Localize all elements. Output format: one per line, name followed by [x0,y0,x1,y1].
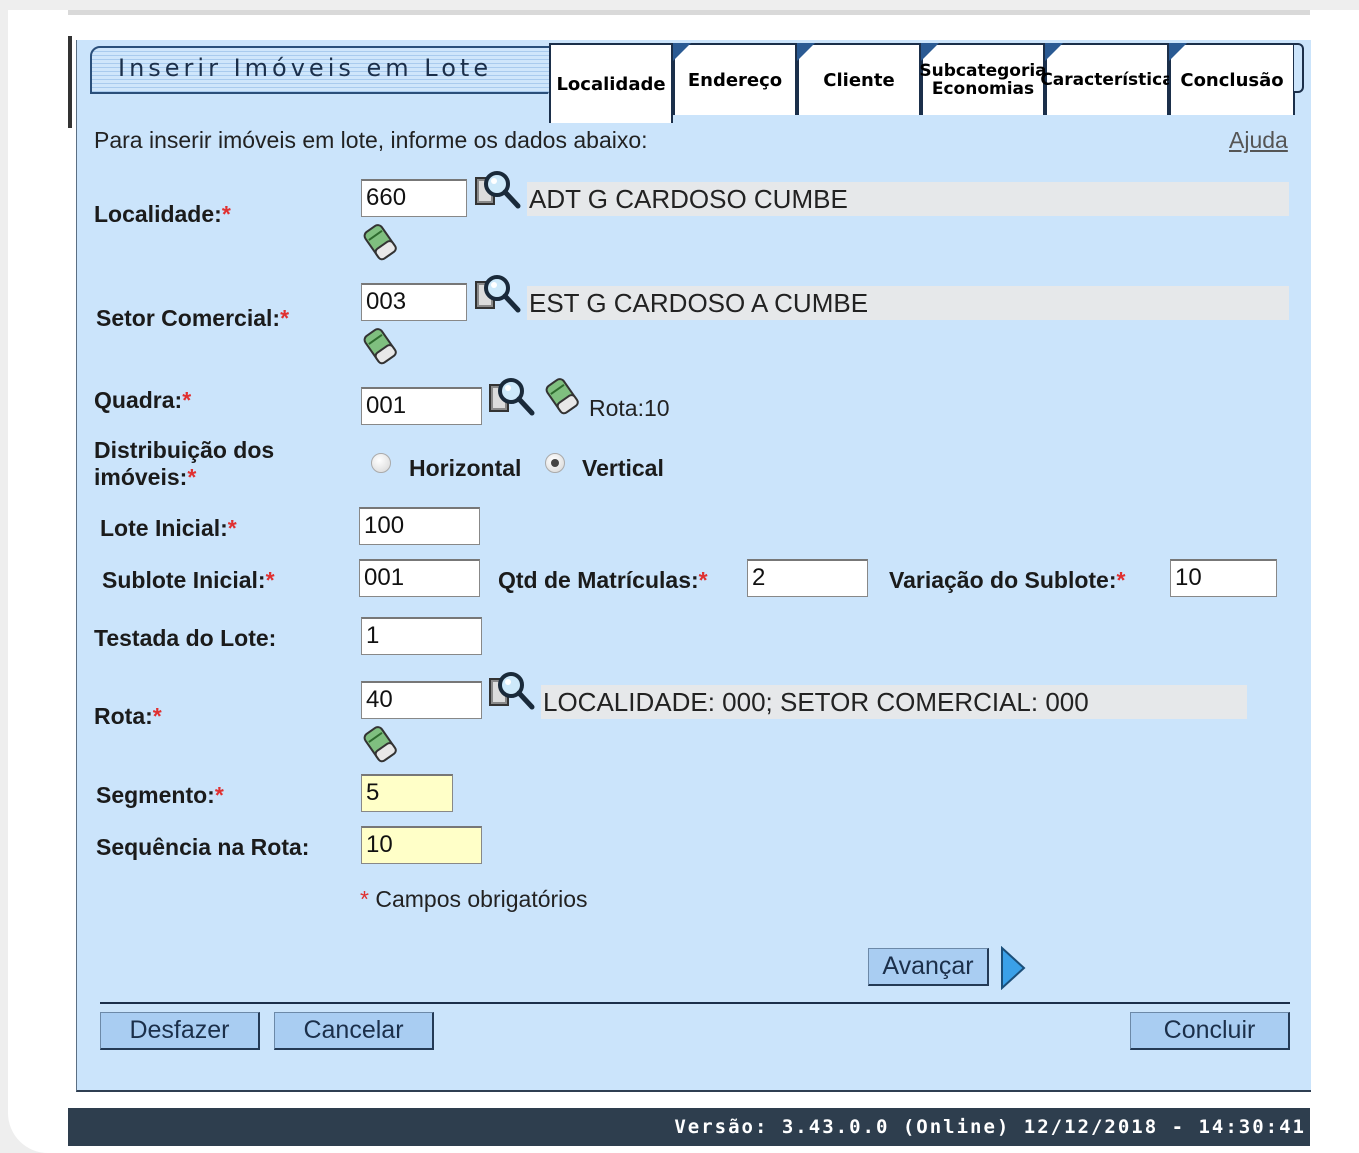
setor-comercial-input[interactable]: 003 [361,283,467,321]
intro-text: Para inserir imóveis em lote, informe os… [94,127,648,153]
tab-localidade[interactable]: Localidade [549,43,673,123]
rota-label: Rota:* [94,703,162,729]
tab-endereco[interactable]: Endereço [673,43,797,115]
top-divider [68,10,1310,15]
lote-inicial-label: Lote Inicial:* [100,515,237,541]
segmento-input[interactable]: 5 [361,774,453,812]
next-arrow-icon[interactable] [1000,946,1026,990]
tab-subcategoria-economias[interactable]: Subcategoria Economias [919,43,1047,115]
cancelar-button[interactable]: Cancelar [274,1012,434,1050]
window-title-bar: Inserir Imóveis em Lote [90,46,572,94]
qtd-matriculas-input[interactable]: 2 [747,559,868,597]
distribuicao-horizontal-label: Horizontal [409,455,522,481]
localidade-input[interactable]: 660 [361,179,467,217]
distribuicao-label: Distribuição dos imóveis:* [94,437,275,490]
setor-comercial-description: EST G CARDOSO A CUMBE [527,286,1289,320]
version-text: Versão: 3.43.0.0 (Online) 12/12/2018 - 1… [674,1116,1306,1138]
localidade-eraser-icon[interactable] [362,222,398,262]
concluir-button[interactable]: Concluir [1130,1012,1290,1050]
sequencia-rota-label: Sequência na Rota: [96,834,310,860]
rota-eraser-icon[interactable] [362,724,398,764]
rota-search-icon[interactable] [487,669,537,713]
actions-divider [100,1002,1290,1004]
localidade-label: Localidade:* [94,201,231,227]
variacao-sublote-label: Variação do Sublote:* [889,567,1126,593]
segmento-label: Segmento:* [96,782,224,808]
testada-lote-input[interactable]: 1 [361,617,482,655]
rota-input[interactable]: 40 [361,681,482,719]
quadra-input[interactable]: 001 [361,387,482,425]
tab-cliente[interactable]: Cliente [797,43,921,115]
setor-comercial-eraser-icon[interactable] [362,326,398,366]
required-fields-note: * Campos obrigatórios [360,886,588,912]
quadra-eraser-icon[interactable] [544,376,580,416]
window-title: Inserir Imóveis em Lote [118,54,493,82]
sequencia-rota-input[interactable]: 10 [361,826,482,864]
desfazer-button[interactable]: Desfazer [100,1012,260,1050]
tab-caracteristica[interactable]: Característica [1040,43,1174,115]
testada-lote-label: Testada do Lote: [94,625,277,651]
setor-comercial-label: Setor Comercial:* [96,305,290,331]
setor-comercial-search-icon[interactable] [473,272,523,316]
rota-description: LOCALIDADE: 000; SETOR COMERCIAL: 000 [541,685,1247,719]
sublote-inicial-input[interactable]: 001 [359,559,480,597]
distribuicao-vertical-radio[interactable] [545,453,565,473]
quadra-rota-info: Rota:10 [589,395,670,421]
avancar-button[interactable]: Avançar [868,948,989,986]
quadra-label: Quadra:* [94,387,192,413]
localidade-search-icon[interactable] [473,168,523,212]
footer-bar: Versão: 3.43.0.0 (Online) 12/12/2018 - 1… [68,1108,1310,1146]
left-accent-bar [68,36,72,128]
qtd-matriculas-label: Qtd de Matrículas:* [498,567,708,593]
quadra-search-icon[interactable] [487,375,537,419]
distribuicao-horizontal-radio[interactable] [371,453,391,473]
lote-inicial-input[interactable]: 100 [359,507,480,545]
localidade-description: ADT G CARDOSO CUMBE [527,182,1289,216]
variacao-sublote-input[interactable]: 10 [1170,559,1277,597]
sublote-inicial-label: Sublote Inicial:* [102,567,275,593]
tab-conclusao[interactable]: Conclusão [1169,43,1295,115]
distribuicao-vertical-label: Vertical [582,455,664,481]
help-link[interactable]: Ajuda [1229,127,1288,154]
tabs-right-cap [1294,43,1304,93]
